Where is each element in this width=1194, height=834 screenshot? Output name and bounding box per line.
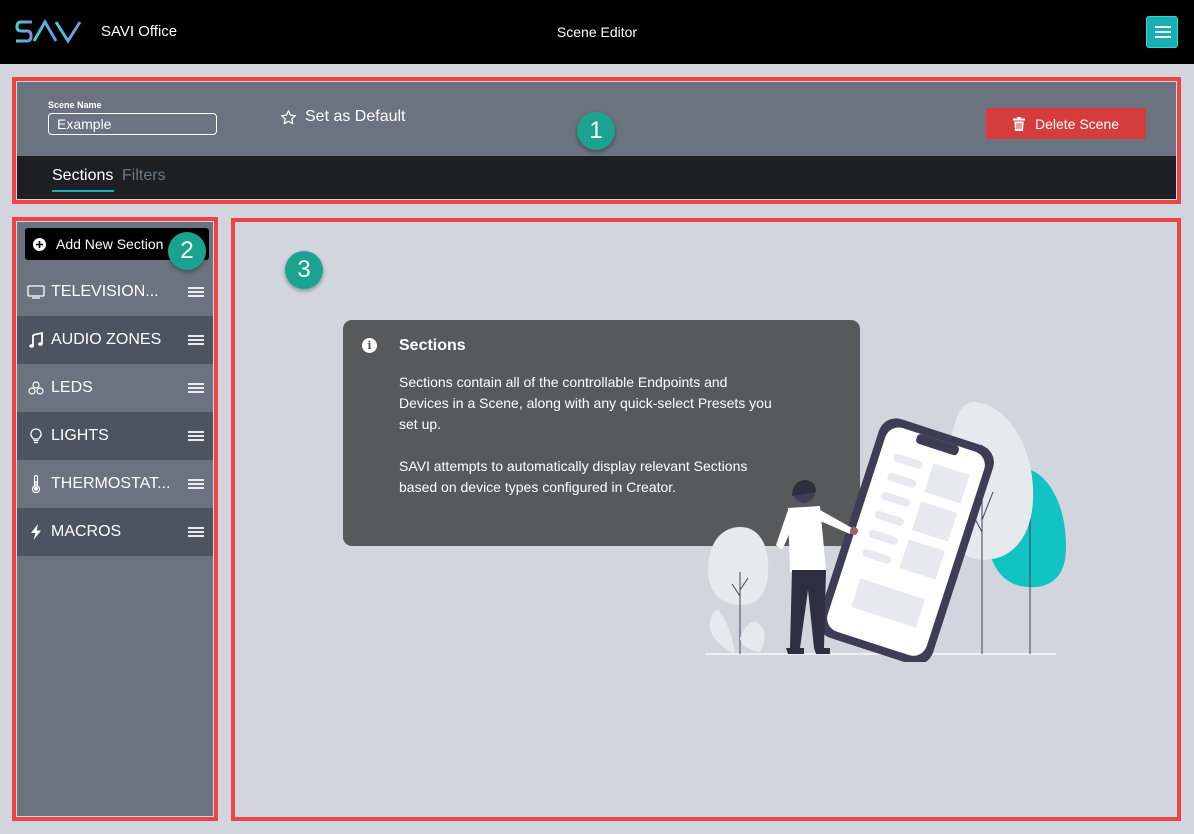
hamburger-icon-line (1155, 31, 1171, 33)
top-bar: SAVI Office Scene Editor (0, 0, 1194, 64)
annotation-badge-3: 3 (285, 251, 323, 289)
annotation-box-2 (12, 217, 218, 821)
annotation-badge-1: 1 (577, 112, 615, 150)
annotation-box-3 (231, 218, 1181, 821)
hamburger-menu-button[interactable] (1146, 16, 1178, 48)
hamburger-icon-line (1155, 36, 1171, 38)
page-title: Scene Editor (556, 24, 638, 40)
hamburger-icon-line (1155, 26, 1171, 28)
annotation-badge-2: 2 (168, 232, 206, 270)
